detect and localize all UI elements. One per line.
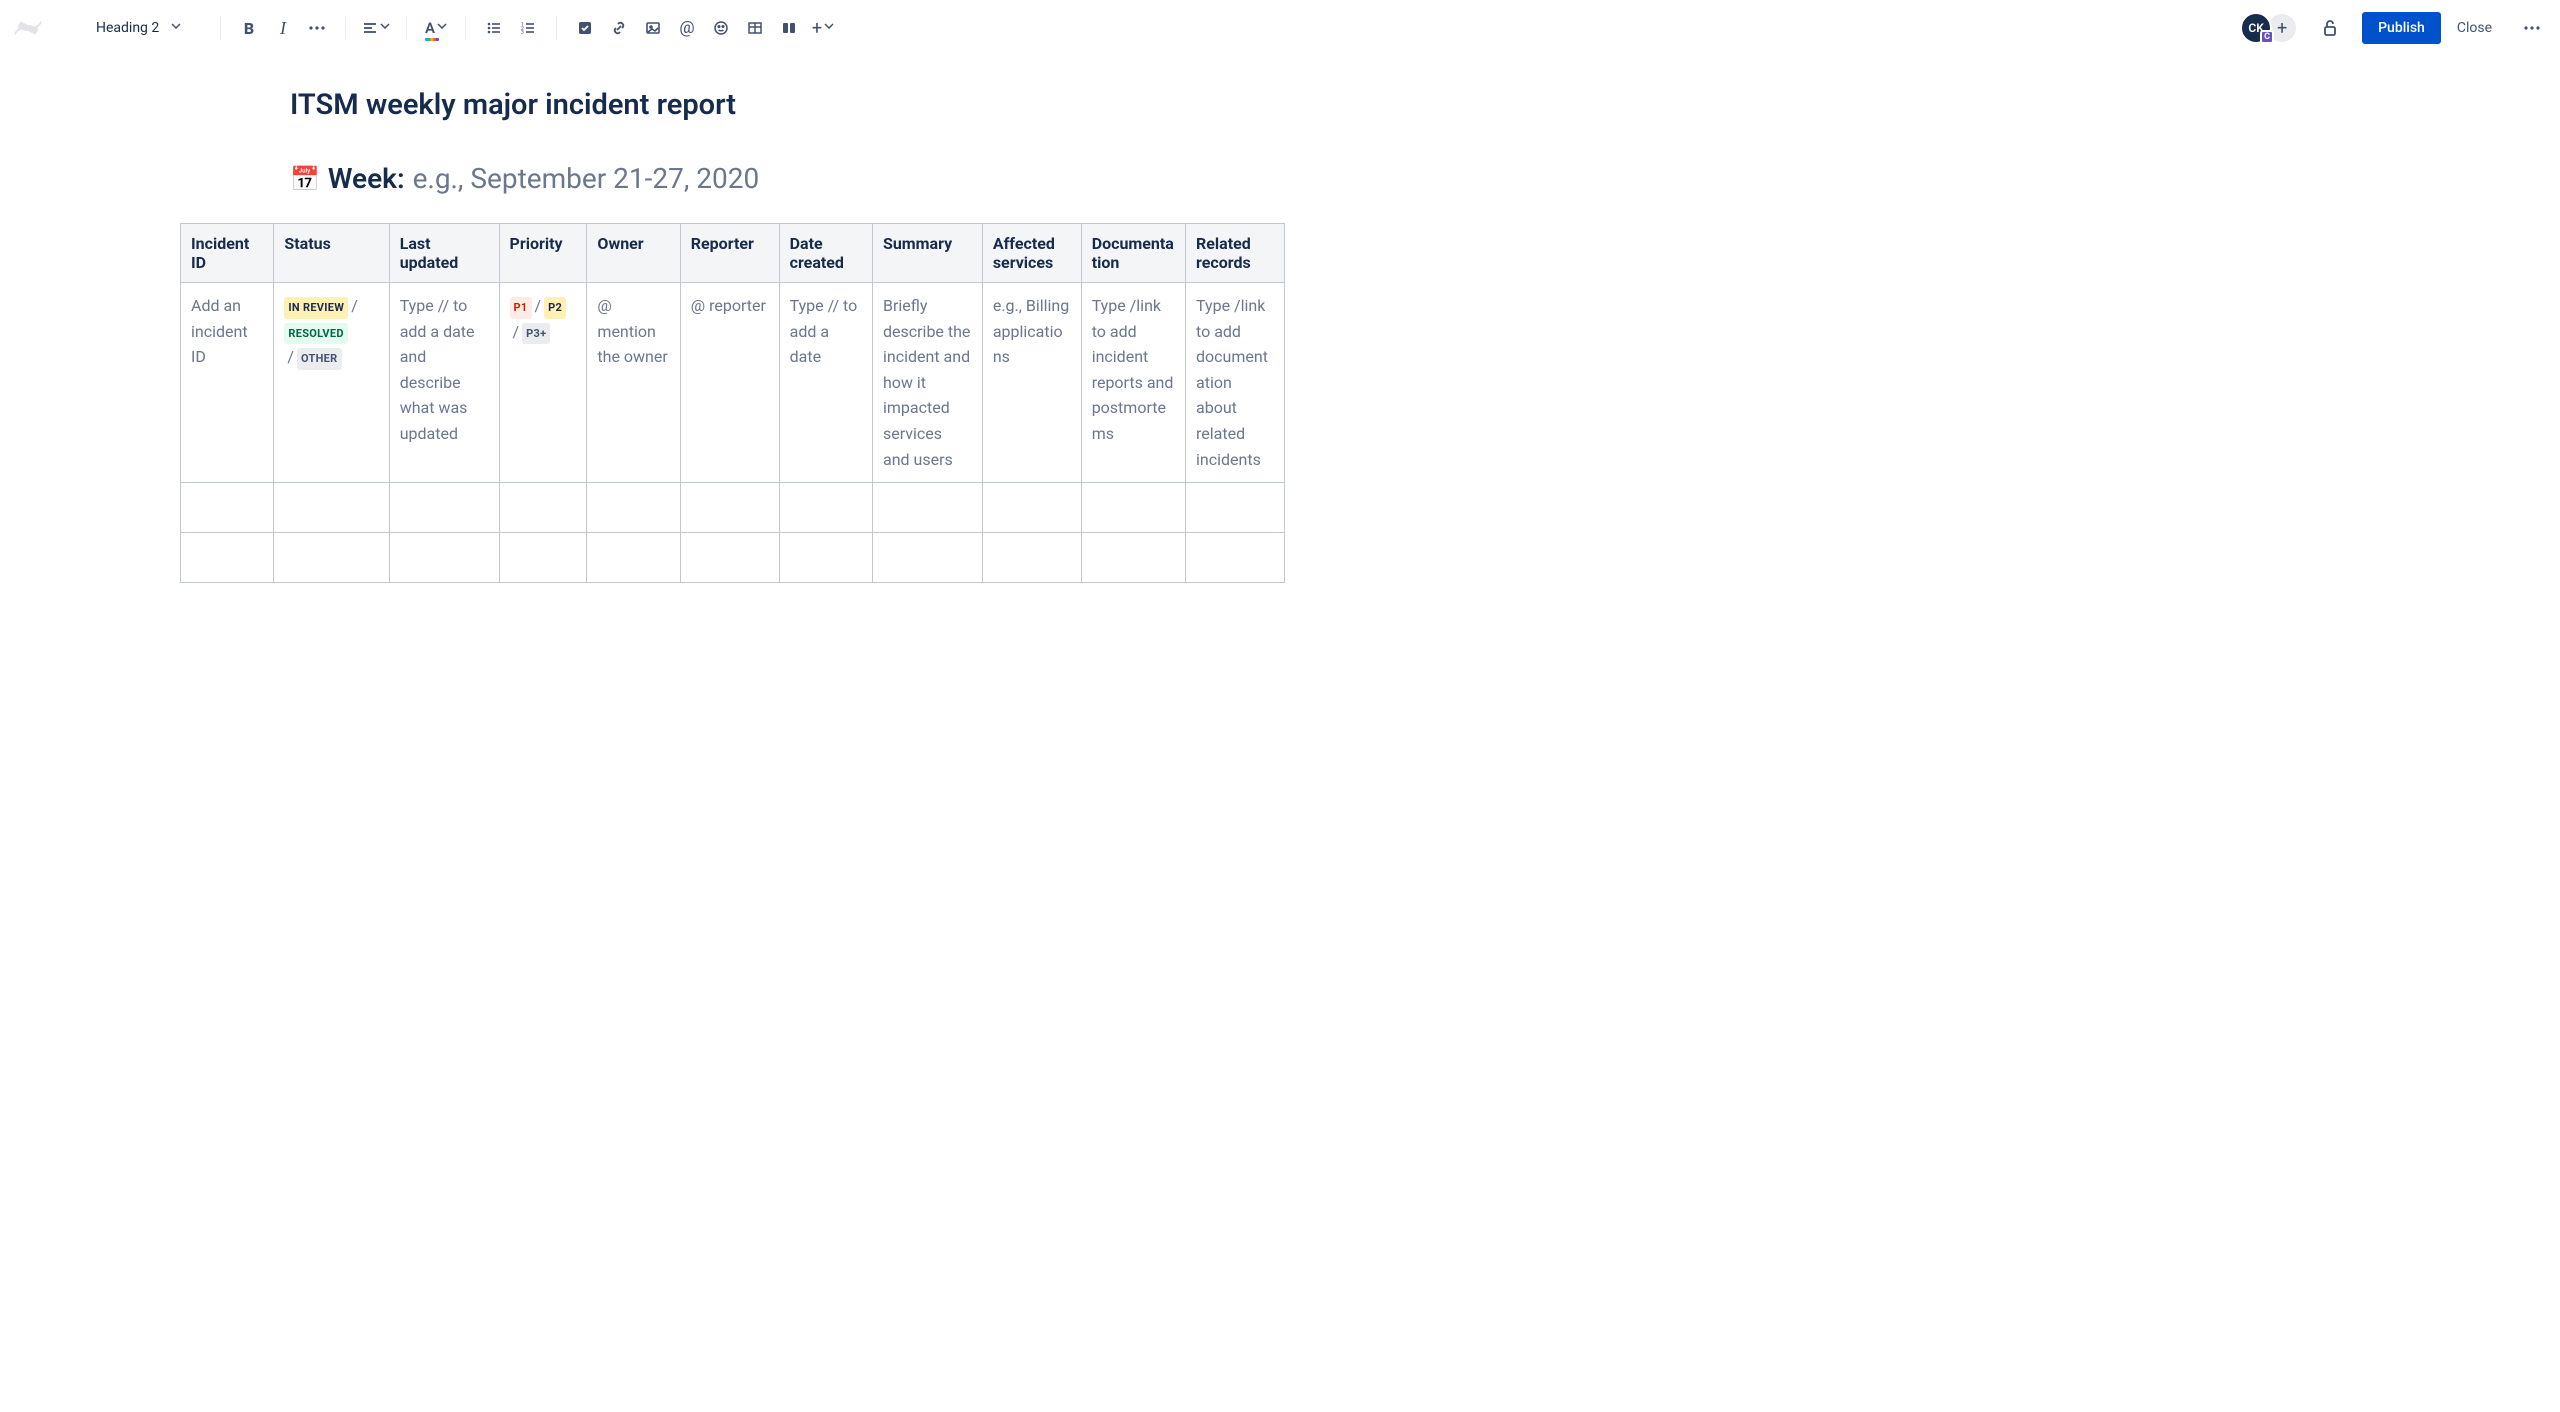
collaborator-avatars: CK C + [2240, 12, 2298, 44]
confluence-logo [12, 12, 44, 44]
more-formatting-button[interactable] [301, 12, 333, 44]
col-priority[interactable]: Priority [499, 224, 587, 283]
table-row[interactable]: Add an incident ID IN REVIEW/ RESOLVED /… [181, 283, 1285, 483]
image-button[interactable] [637, 12, 669, 44]
table-button[interactable] [739, 12, 771, 44]
action-item-button[interactable] [569, 12, 601, 44]
col-related-records[interactable]: Related records [1186, 224, 1285, 283]
cell-date-created[interactable]: Type // to add a date [779, 283, 872, 483]
chevron-down-icon [437, 23, 447, 33]
restrictions-button[interactable] [2314, 12, 2346, 44]
col-date-created[interactable]: Date created [779, 224, 872, 283]
separator [345, 16, 346, 40]
more-actions-button[interactable] [2516, 12, 2548, 44]
bullet-list-button[interactable] [478, 12, 510, 44]
priority-lozenge-p2[interactable]: P2 [544, 297, 566, 319]
user-avatar[interactable]: CK C [2240, 12, 2272, 44]
separator [556, 16, 557, 40]
cell-priority[interactable]: P1/P2 /P3+ [499, 283, 587, 483]
table-row[interactable] [181, 483, 1285, 533]
bold-button[interactable]: B [233, 12, 265, 44]
cell-affected[interactable]: e.g., Billing applications [982, 283, 1081, 483]
col-documentation[interactable]: Documentation [1081, 224, 1185, 283]
link-button[interactable] [603, 12, 635, 44]
week-heading[interactable]: 📅 Week: e.g., September 21-27, 2020 [290, 162, 2560, 195]
editor-toolbar: Heading 2 B I A 123 [0, 0, 2560, 56]
table-header-row: Incident ID Status Last updated Priority… [181, 224, 1285, 283]
status-lozenge-inreview[interactable]: IN REVIEW [284, 297, 348, 319]
col-affected-services[interactable]: Affected services [982, 224, 1081, 283]
mention-button[interactable]: @ [671, 12, 703, 44]
svg-text:3: 3 [521, 30, 524, 36]
incident-table[interactable]: Incident ID Status Last updated Priority… [180, 223, 1285, 583]
text-style-label: Heading 2 [96, 20, 159, 36]
chevron-down-icon [171, 23, 181, 33]
text-style-dropdown[interactable]: Heading 2 [88, 12, 208, 44]
week-label: Week: [328, 162, 405, 195]
cell-status[interactable]: IN REVIEW/ RESOLVED /OTHER [274, 283, 389, 483]
col-incident-id[interactable]: Incident ID [181, 224, 274, 283]
col-last-updated[interactable]: Last updated [389, 224, 499, 283]
cell-documentation[interactable]: Type /link to add incident reports and p… [1081, 283, 1185, 483]
align-button[interactable] [358, 12, 394, 44]
separator [406, 16, 407, 40]
numbered-list-button[interactable]: 123 [512, 12, 544, 44]
col-summary[interactable]: Summary [872, 224, 982, 283]
status-lozenge-resolved[interactable]: RESOLVED [284, 323, 347, 345]
insert-more-button[interactable]: + [807, 12, 839, 44]
col-reporter[interactable]: Reporter [680, 224, 779, 283]
chevron-down-icon [824, 23, 834, 33]
col-status[interactable]: Status [274, 224, 389, 283]
page-title[interactable]: ITSM weekly major incident report [290, 88, 2560, 122]
cell-reporter[interactable]: @ reporter [680, 283, 779, 483]
cell-related[interactable]: Type /link to add documentation about re… [1186, 283, 1285, 483]
text-color-button[interactable]: A [419, 12, 453, 44]
cell-last-updated[interactable]: Type // to add a date and describe what … [389, 283, 499, 483]
avatar-badge: C [2260, 30, 2274, 44]
publish-button[interactable]: Publish [2362, 12, 2441, 44]
cell-incident-id[interactable]: Add an incident ID [181, 283, 274, 483]
calendar-icon: 📅 [290, 165, 320, 193]
col-owner[interactable]: Owner [587, 224, 680, 283]
chevron-down-icon [380, 23, 390, 33]
priority-lozenge-p1[interactable]: P1 [510, 297, 532, 319]
italic-button[interactable]: I [267, 12, 299, 44]
emoji-button[interactable] [705, 12, 737, 44]
cell-owner[interactable]: @ mention the owner [587, 283, 680, 483]
priority-lozenge-p3[interactable]: P3+ [522, 323, 550, 345]
layouts-button[interactable] [773, 12, 805, 44]
separator [465, 16, 466, 40]
editor-content[interactable]: ITSM weekly major incident report 📅 Week… [0, 56, 2560, 623]
table-row[interactable] [181, 533, 1285, 583]
week-placeholder: e.g., September 21-27, 2020 [413, 162, 760, 195]
cell-summary[interactable]: Briefly describe the incident and how it… [872, 283, 982, 483]
status-lozenge-other[interactable]: OTHER [297, 348, 342, 370]
separator [220, 16, 221, 40]
close-button[interactable]: Close [2445, 12, 2504, 44]
